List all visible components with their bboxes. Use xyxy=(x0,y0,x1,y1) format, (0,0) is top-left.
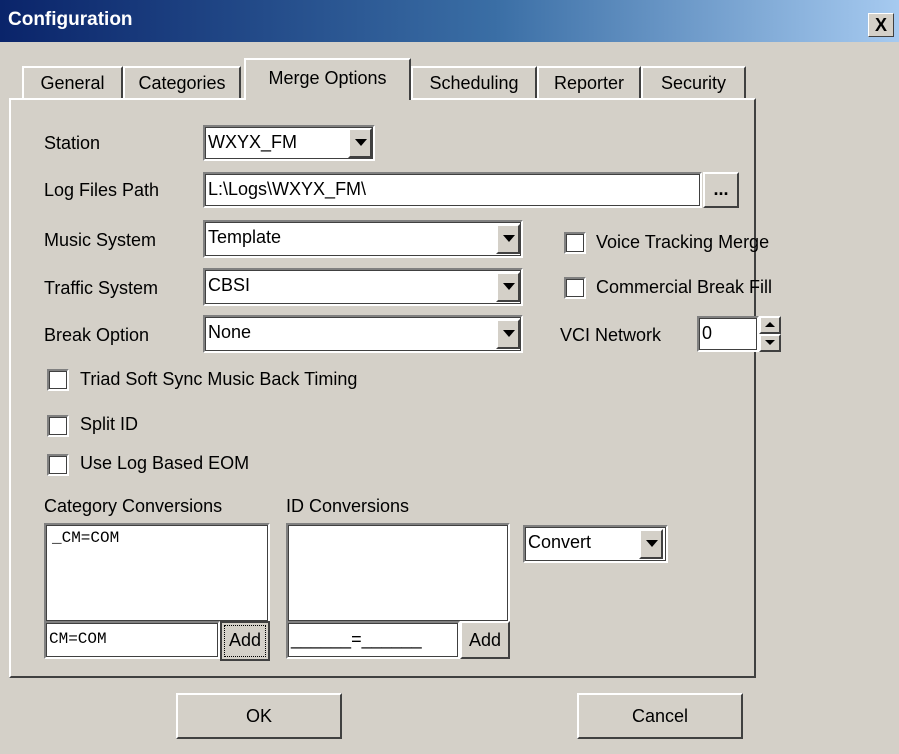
music-system-select[interactable]: Template xyxy=(203,220,523,258)
traffic-system-label: Traffic System xyxy=(44,278,159,298)
vci-network-input[interactable]: 0 xyxy=(697,316,759,352)
id-conversion-value: ______=______ xyxy=(291,629,422,649)
convert-value: Convert xyxy=(528,532,592,552)
vci-network-spin-up[interactable] xyxy=(759,316,781,334)
log-files-path-input[interactable]: L:\Logs\WXYX_FM\ xyxy=(203,172,702,208)
id-add-label: Add xyxy=(468,630,502,650)
close-button[interactable]: X xyxy=(868,13,894,37)
category-conversion-input[interactable]: CM=COM xyxy=(44,621,220,659)
break-option-value: None xyxy=(208,322,252,342)
triad-soft-sync-label: Triad Soft Sync Music Back Timing xyxy=(80,369,358,389)
traffic-system-select[interactable]: CBSI xyxy=(203,268,523,306)
break-option-label: Break Option xyxy=(44,325,150,345)
tab-security[interactable]: Security xyxy=(641,66,746,98)
convert-dropdown-button[interactable] xyxy=(639,529,663,559)
vci-network-label: VCI Network xyxy=(560,325,662,345)
station-dropdown-button[interactable] xyxy=(348,128,372,158)
traffic-system-value: CBSI xyxy=(208,275,251,295)
tab-general[interactable]: General xyxy=(22,66,123,98)
id-conversions-label: ID Conversions xyxy=(286,496,410,516)
category-add-button[interactable]: Add xyxy=(220,621,270,661)
log-files-path-label: Log Files Path xyxy=(44,180,160,200)
id-conversion-input[interactable]: ______=______ xyxy=(286,621,460,659)
tab-scheduling[interactable]: Scheduling xyxy=(411,66,537,98)
tab-merge-options[interactable]: Merge Options xyxy=(244,58,411,100)
use-log-based-eom-label: Use Log Based EOM xyxy=(80,453,250,473)
traffic-system-dropdown-button[interactable] xyxy=(496,272,520,302)
use-log-based-eom-checkbox[interactable] xyxy=(47,454,69,476)
title-bar: Configuration X xyxy=(0,0,899,42)
triad-soft-sync-checkbox[interactable] xyxy=(47,369,69,391)
id-add-button[interactable]: Add xyxy=(460,621,510,659)
break-option-select[interactable]: None xyxy=(203,315,523,353)
break-option-dropdown-button[interactable] xyxy=(496,319,520,349)
ellipsis-icon: ... xyxy=(713,179,729,199)
ok-label: OK xyxy=(245,706,272,726)
close-icon: X xyxy=(874,15,887,35)
voice-tracking-merge-label: Voice Tracking Merge xyxy=(596,232,770,252)
id-conversions-list[interactable] xyxy=(286,523,510,623)
commercial-break-fill-label: Commercial Break Fill xyxy=(596,277,773,297)
station-value: WXYX_FM xyxy=(208,132,298,152)
music-system-label: Music System xyxy=(44,230,157,250)
vci-network-value: 0 xyxy=(702,323,713,343)
category-conversions-label: Category Conversions xyxy=(44,496,223,516)
category-conversions-list[interactable]: _CM=COM xyxy=(44,523,270,623)
station-label: Station xyxy=(44,133,101,153)
cancel-button[interactable]: Cancel xyxy=(577,693,743,739)
tab-categories[interactable]: Categories xyxy=(123,66,241,98)
ok-button[interactable]: OK xyxy=(176,693,342,739)
split-id-label: Split ID xyxy=(80,414,139,434)
list-item[interactable]: _CM=COM xyxy=(52,529,262,547)
cancel-label: Cancel xyxy=(631,706,689,726)
browse-button[interactable]: ... xyxy=(703,172,739,208)
music-system-value: Template xyxy=(208,227,282,247)
vci-network-spin-down[interactable] xyxy=(759,334,781,352)
tab-reporter[interactable]: Reporter xyxy=(537,66,641,98)
music-system-dropdown-button[interactable] xyxy=(496,224,520,254)
commercial-break-fill-checkbox[interactable] xyxy=(564,277,586,299)
log-files-path-value: L:\Logs\WXYX_FM\ xyxy=(208,179,367,199)
voice-tracking-merge-checkbox[interactable] xyxy=(564,232,586,254)
split-id-checkbox[interactable] xyxy=(47,415,69,437)
category-add-label: Add xyxy=(228,630,262,650)
window-title: Configuration xyxy=(8,9,133,30)
category-conversion-value: CM=COM xyxy=(49,630,107,648)
